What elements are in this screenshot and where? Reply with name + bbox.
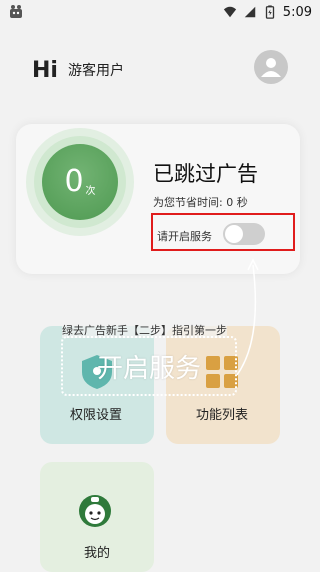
guide-enable-service-button[interactable]: 开启服务 xyxy=(61,336,237,396)
mascot-icon xyxy=(79,495,111,527)
tile-features-label: 功能列表 xyxy=(196,408,249,423)
tile-permissions-label: 权限设置 xyxy=(70,408,123,423)
user-icon xyxy=(261,58,281,77)
greeting: Hi xyxy=(32,57,58,83)
tile-mine-label: 我的 xyxy=(84,546,111,561)
status-time: 5:09 xyxy=(282,4,312,20)
wifi-icon xyxy=(223,6,236,18)
enable-service-label: 请开启服务 xyxy=(157,230,212,243)
toggle-knob xyxy=(225,225,243,243)
skip-count-unit: 次 xyxy=(85,185,96,197)
saved-time-text: 为您节省时间: 0 秒 xyxy=(153,196,248,209)
header: Hi 游客用户 xyxy=(32,56,124,84)
counter: 0 次 xyxy=(42,144,118,220)
skip-count: 0 xyxy=(64,164,84,199)
enable-service-toggle[interactable] xyxy=(223,223,265,245)
avatar[interactable] xyxy=(254,50,288,84)
status-bar: 5:09 xyxy=(0,0,320,24)
app-notification-icon xyxy=(10,5,22,18)
skipped-ads-title: 已跳过广告 xyxy=(153,162,258,186)
username: 游客用户 xyxy=(67,63,124,79)
battery-icon xyxy=(265,5,274,19)
cellular-signal-icon xyxy=(244,6,256,18)
